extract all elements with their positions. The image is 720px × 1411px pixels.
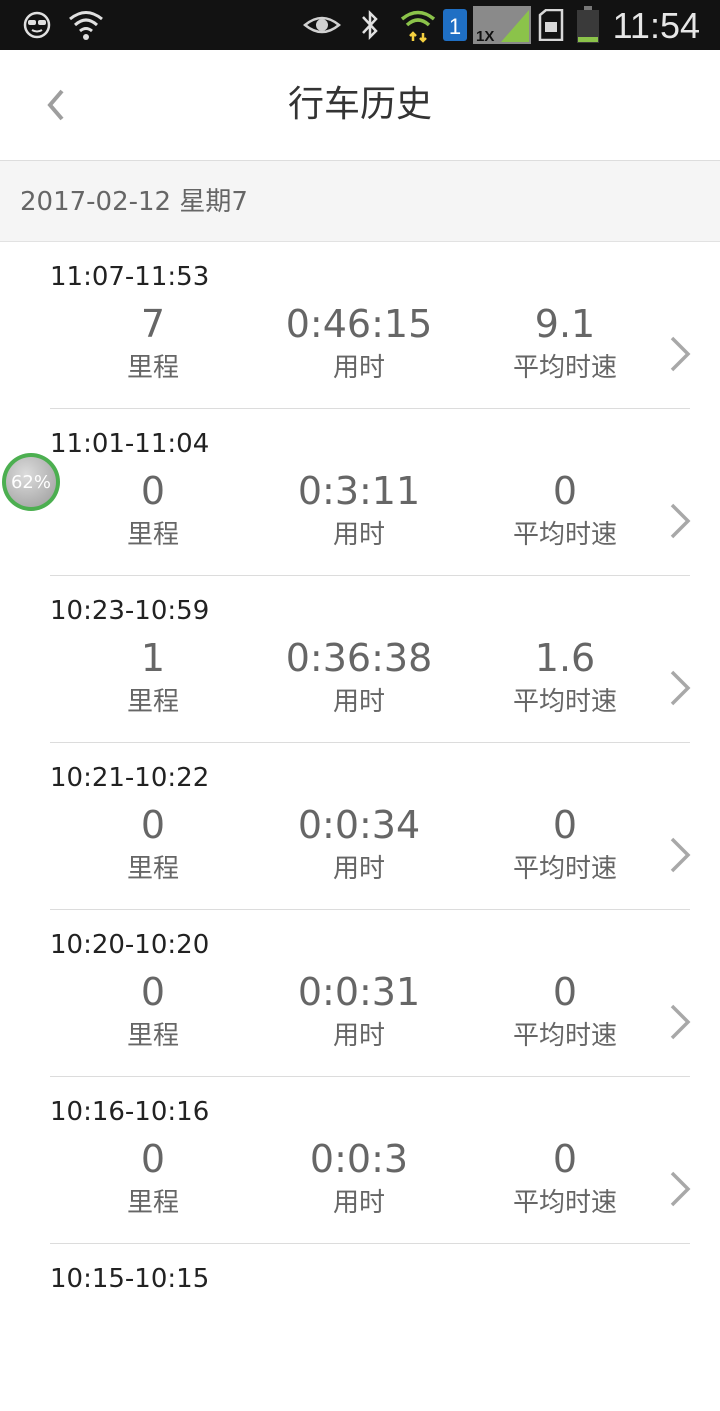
page-title: 行车历史 [287, 84, 432, 125]
trip-avg-speed: 1.6 平均时速 [455, 634, 675, 722]
chevron-right-icon [670, 670, 691, 706]
trip-distance: 1 里程 [43, 634, 263, 722]
bubble-percent-label: 62% [6, 457, 56, 507]
duration-value: 0:0:31 [297, 970, 421, 1014]
sd-card-icon [537, 6, 565, 44]
chevron-right-icon [670, 503, 691, 539]
duration-label: 用时 [332, 1021, 385, 1051]
duration-value: 0:46:15 [285, 302, 433, 346]
distance-label: 里程 [126, 520, 179, 550]
chevron-right-icon [670, 1004, 691, 1040]
distance-value: 1 [140, 636, 166, 680]
network-badge: 1 [449, 14, 461, 39]
trip-time-range: 10:20-10:20 [50, 930, 210, 960]
avg-speed-label: 平均时速 [512, 854, 617, 884]
trip-distance: 0 里程 [43, 968, 263, 1056]
trip-distance: 7 里程 [43, 300, 263, 388]
distance-value: 7 [140, 302, 166, 346]
wifi-question-icon [66, 6, 106, 44]
trip-time-range: 11:01-11:04 [50, 429, 210, 459]
distance-label: 里程 [126, 353, 179, 383]
avg-speed-value: 0 [552, 469, 578, 513]
duration-label: 用时 [332, 353, 385, 383]
trip-time-range: 11:07-11:53 [50, 262, 210, 292]
trip-avg-speed: 0 平均时速 [455, 801, 675, 889]
trip-duration: 0:36:38 用时 [249, 634, 469, 722]
duration-label: 用时 [332, 854, 385, 884]
duration-label: 用时 [332, 520, 385, 550]
bluetooth-icon [356, 6, 384, 44]
signal-icon: 1X [472, 6, 532, 44]
trip-row[interactable]: 10:21-10:22 0 里程 0:0:34 用时 0 平均时速 [0, 743, 720, 910]
trip-time-range: 10:23-10:59 [50, 596, 210, 626]
trip-avg-speed: 9.1 平均时速 [455, 300, 675, 388]
duration-value: 0:0:34 [297, 803, 421, 847]
trip-time-range: 10:15-10:15 [50, 1264, 210, 1294]
duration-value: 0:3:11 [297, 469, 421, 513]
avg-speed-label: 平均时速 [512, 687, 617, 717]
distance-label: 里程 [126, 1188, 179, 1218]
trip-row[interactable]: 10:23-10:59 1 里程 0:36:38 用时 1.6 平均时速 [0, 576, 720, 743]
trip-row[interactable]: 10:15-10:15 [0, 1244, 720, 1411]
distance-value: 0 [140, 970, 166, 1014]
date-section-header: 2017-02-12 星期7 [0, 161, 720, 242]
duration-label: 用时 [332, 1188, 385, 1218]
trip-distance: 0 里程 [43, 1135, 263, 1223]
battery-icon [574, 6, 602, 44]
duration-value: 0:36:38 [285, 636, 433, 680]
distance-value: 0 [140, 803, 166, 847]
distance-label: 里程 [126, 854, 179, 884]
distance-label: 里程 [126, 687, 179, 717]
avg-speed-value: 0 [552, 1137, 578, 1181]
trip-duration: 0:0:31 用时 [249, 968, 469, 1056]
avg-speed-label: 平均时速 [512, 1021, 617, 1051]
chevron-right-icon [670, 837, 691, 873]
avg-speed-label: 平均时速 [512, 353, 617, 383]
trip-row[interactable]: 11:07-11:53 7 里程 0:46:15 用时 9.1 平均时速 [0, 242, 720, 409]
avg-speed-value: 9.1 [534, 302, 596, 346]
trip-list: 11:07-11:53 7 里程 0:46:15 用时 9.1 平均时速 11:… [0, 242, 720, 1411]
distance-label: 里程 [126, 1021, 179, 1051]
duration-value: 0:0:3 [309, 1137, 409, 1181]
trip-avg-speed: 0 平均时速 [455, 968, 675, 1056]
floating-percent-bubble[interactable]: 62% [2, 453, 60, 511]
chevron-left-icon [47, 89, 64, 121]
trip-row[interactable]: 10:16-10:16 0 里程 0:0:3 用时 0 平均时速 [0, 1077, 720, 1244]
trip-avg-speed: 0 平均时速 [455, 1135, 675, 1223]
trip-time-range: 10:16-10:16 [50, 1097, 210, 1127]
status-bar: 1 1X 11:54 [0, 0, 720, 50]
eye-icon [302, 6, 342, 44]
sim-badge-icon: 1 [442, 6, 468, 44]
avg-speed-label: 平均时速 [512, 1188, 617, 1218]
avg-speed-label: 平均时速 [512, 520, 617, 550]
trip-duration: 0:46:15 用时 [249, 300, 469, 388]
trip-distance: 0 里程 [43, 467, 263, 555]
duration-label: 用时 [332, 687, 385, 717]
trip-time-range: 10:21-10:22 [50, 763, 210, 793]
trip-duration: 0:0:34 用时 [249, 801, 469, 889]
wifi-data-icon [398, 6, 438, 44]
sunglasses-face-icon [20, 6, 54, 44]
trip-avg-speed: 0 平均时速 [455, 467, 675, 555]
trip-row[interactable]: 11:01-11:04 0 里程 0:3:11 用时 0 平均时速 [0, 409, 720, 576]
date-label: 2017-02-12 星期7 [20, 187, 248, 217]
avg-speed-value: 0 [552, 970, 578, 1014]
trip-row[interactable]: 10:20-10:20 0 里程 0:0:31 用时 0 平均时速 [0, 910, 720, 1077]
signal-label: 1X [476, 28, 494, 44]
avg-speed-value: 0 [552, 803, 578, 847]
chevron-right-icon [670, 1171, 691, 1207]
trip-duration: 0:3:11 用时 [249, 467, 469, 555]
distance-value: 0 [140, 1137, 166, 1181]
app-header: 行车历史 [0, 50, 720, 161]
status-time: 11:54 [612, 5, 700, 46]
distance-value: 0 [140, 469, 166, 513]
trip-duration: 0:0:3 用时 [249, 1135, 469, 1223]
chevron-right-icon [670, 336, 691, 372]
back-button[interactable] [30, 80, 80, 130]
avg-speed-value: 1.6 [534, 636, 596, 680]
trip-distance: 0 里程 [43, 801, 263, 889]
